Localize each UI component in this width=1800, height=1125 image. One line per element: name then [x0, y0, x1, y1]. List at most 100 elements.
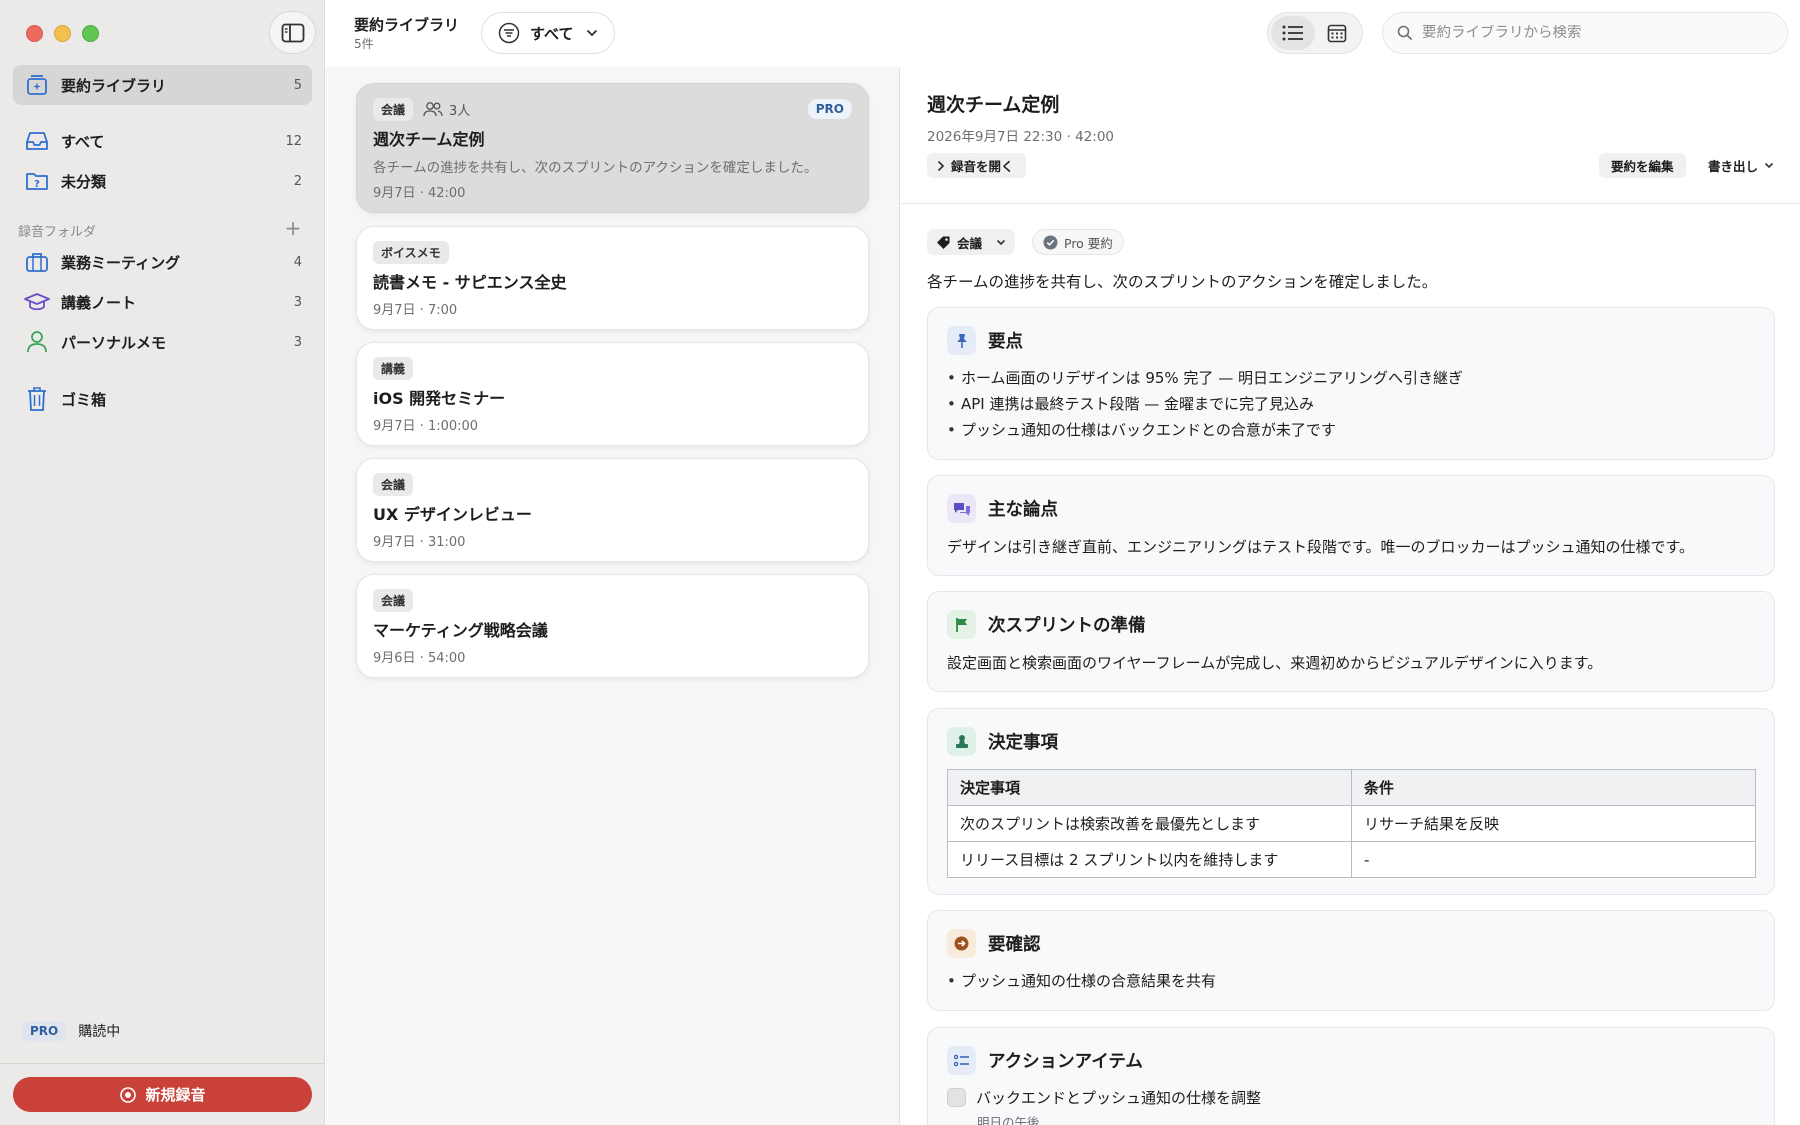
sidebar-toggle-button[interactable] [269, 11, 316, 54]
list-count: 5件 [354, 37, 374, 51]
list-title: 要約ライブラリ [354, 16, 460, 34]
category-label: 会議 [957, 235, 983, 251]
table-cell: リリース目標は 2 スプリント以内を維持します [947, 841, 1352, 878]
sidebar-item-count: 3 [293, 294, 302, 310]
sidebar-item-lecture-notes[interactable]: 講義ノート 3 [13, 282, 312, 322]
search-input[interactable] [1422, 25, 1762, 41]
graduation-cap-icon [23, 288, 51, 316]
recording-title: 読書メモ - サピエンス全史 [373, 273, 567, 292]
sidebar-item-label: すべて [61, 132, 105, 151]
close-window-button[interactable] [26, 25, 43, 42]
table-row: 次のスプリントは検索改善を最優先とします リサーチ結果を反映 [947, 805, 1756, 842]
export-label: 書き出し [1708, 159, 1759, 174]
calendar-icon [1327, 24, 1347, 43]
recording-datetime: 2026年9月7日 22:30 · 42:00 [927, 129, 1115, 145]
list-item: プッシュ通知の仕様はバックエンドとの合意が未了です [947, 417, 1755, 443]
verified-badge-icon [1043, 235, 1058, 249]
category-selector[interactable]: 会議 [927, 229, 1016, 255]
open-recording-button[interactable]: 録音を開く [927, 153, 1026, 178]
new-recording-button[interactable]: 新規録音 [13, 1077, 312, 1112]
recording-card[interactable]: 会議 UX デザインレビュー 9月7日 · 31:00 [356, 458, 869, 562]
stamp-icon [947, 727, 976, 756]
participants-count: 3人 [449, 103, 471, 119]
category-tag: 会議 [373, 472, 414, 496]
sidebar-item-trash[interactable]: ゴミ箱 [13, 379, 312, 419]
key-points-section: 要点 ホーム画面のリデザインは 95% 完了 — 明日エンジニアリングへ引き継ぎ… [927, 307, 1775, 460]
sidebar-item-business-meetings[interactable]: 業務ミーティング 4 [13, 242, 312, 282]
table-header-row: 決定事項 条件 [947, 769, 1756, 806]
sidebar-item-count: 5 [293, 77, 302, 93]
view-mode-toggle [1267, 12, 1363, 54]
add-folder-button[interactable]: + [283, 218, 303, 238]
subscription-status-text: 購読中 [78, 1024, 121, 1040]
recording-title: UX デザインレビュー [373, 505, 532, 524]
search-bar[interactable] [1382, 12, 1788, 54]
sidebar-item-library[interactable]: 要約ライブラリ 5 [13, 65, 312, 105]
export-menu-button[interactable]: 書き出し [1702, 153, 1780, 178]
action-item-checkbox[interactable] [947, 1088, 966, 1107]
participants: 3人 [423, 100, 470, 119]
main-topics-section: 主な論点 デザインは引き継ぎ直前、エンジニアリングはテスト段階です。唯一のブロッ… [927, 475, 1775, 576]
arrow-circle-icon [947, 929, 976, 958]
person-icon [23, 328, 51, 356]
category-tag: ボイスメモ [373, 240, 449, 264]
chevron-down-icon [586, 29, 598, 37]
sidebar-item-all[interactable]: すべて 12 [13, 121, 312, 161]
subscription-status: PRO 購読中 [22, 1021, 120, 1041]
list-header: 要約ライブラリ 5件 すべて [326, 0, 900, 67]
zoom-window-button[interactable] [82, 25, 99, 42]
to-confirm-section: 要確認 プッシュ通知の仕様の合意結果を共有 [927, 910, 1775, 1011]
table-cell: リサーチ結果を反映 [1351, 805, 1756, 842]
minimize-window-button[interactable] [54, 25, 71, 42]
sidebar-item-uncategorized[interactable]: ? 未分類 2 [13, 161, 312, 201]
recording-meta: 9月7日 · 1:00:00 [373, 419, 479, 434]
recording-meta: 9月7日 · 31:00 [373, 535, 466, 550]
list-item: ホーム画面のリデザインは 95% 完了 — 明日エンジニアリングへ引き継ぎ [947, 365, 1755, 391]
section-heading: 要確認 [988, 935, 1041, 955]
recording-meta: 9月6日 · 54:00 [373, 651, 466, 666]
recording-title: 週次チーム定例 [373, 130, 485, 149]
sidebar-item-count: 4 [293, 254, 302, 270]
detail-pane: 週次チーム定例 2026年9月7日 22:30 · 42:00 録音を開く 要約… [901, 0, 1800, 1125]
chevron-right-icon [937, 160, 945, 171]
list-view-button[interactable] [1271, 16, 1315, 50]
edit-summary-button[interactable]: 要約を編集 [1599, 153, 1686, 178]
recording-card[interactable]: 講義 iOS 開発セミナー 9月7日 · 1:00:00 [356, 342, 869, 446]
recording-meta: 9月7日 · 7:00 [373, 303, 458, 318]
section-heading: 主な論点 [988, 500, 1058, 520]
decisions-table: 決定事項 条件 次のスプリントは検索改善を最優先とします リサーチ結果を反映 リ… [947, 769, 1756, 878]
pin-icon [947, 326, 976, 355]
sidebar-item-label: パーソナルメモ [61, 333, 167, 352]
section-text: 設定画面と検索画面のワイヤーフレームが完成し、来週初めからビジュアルデザインに入… [947, 654, 1603, 672]
next-sprint-section: 次スプリントの準備 設定画面と検索画面のワイヤーフレームが完成し、来週初めからビ… [927, 591, 1775, 692]
tag-icon [937, 236, 950, 249]
sidebar-item-personal-memos[interactable]: パーソナルメモ 3 [13, 322, 312, 362]
open-recording-label: 録音を開く [951, 159, 1014, 174]
question-folder-icon: ? [23, 167, 51, 195]
chevron-down-icon [1764, 162, 1774, 169]
section-heading: アクションアイテム [988, 1052, 1143, 1072]
sidebar-item-label: 講義ノート [61, 293, 137, 312]
calendar-view-button[interactable] [1315, 16, 1359, 50]
recording-title: マーケティング戦略会議 [373, 621, 548, 640]
tray-icon [23, 127, 51, 155]
page-title: 週次チーム定例 [927, 94, 1060, 116]
recording-card[interactable]: 会議 マーケティング戦略会議 9月6日 · 54:00 [356, 574, 869, 678]
checklist-icon [947, 1046, 976, 1075]
sidebar-divider [0, 1063, 325, 1064]
chevron-down-icon [996, 239, 1006, 245]
summary-text: 各チームの進捗を共有し、次のスプリントのアクションを確定しました。 [927, 273, 1438, 291]
filter-dropdown[interactable]: すべて [481, 12, 615, 54]
sidebar-item-count: 12 [285, 133, 302, 149]
recording-card[interactable]: ボイスメモ 読書メモ - サピエンス全史 9月7日 · 7:00 [356, 226, 869, 330]
people-icon [423, 102, 443, 117]
sidebar-item-count: 2 [293, 173, 302, 189]
recording-card[interactable]: 会議 3人 PRO 週次チーム定例 各チームの進捗を共有し、次のスプリントのアク… [356, 83, 869, 213]
library-sparkle-icon [23, 71, 51, 99]
list-icon [1282, 25, 1303, 41]
filter-icon [498, 22, 520, 44]
pro-badge: PRO [807, 99, 852, 119]
speech-bubbles-icon [947, 494, 976, 523]
window-controls [26, 25, 99, 42]
recording-meta: 9月7日 · 42:00 [373, 186, 466, 201]
